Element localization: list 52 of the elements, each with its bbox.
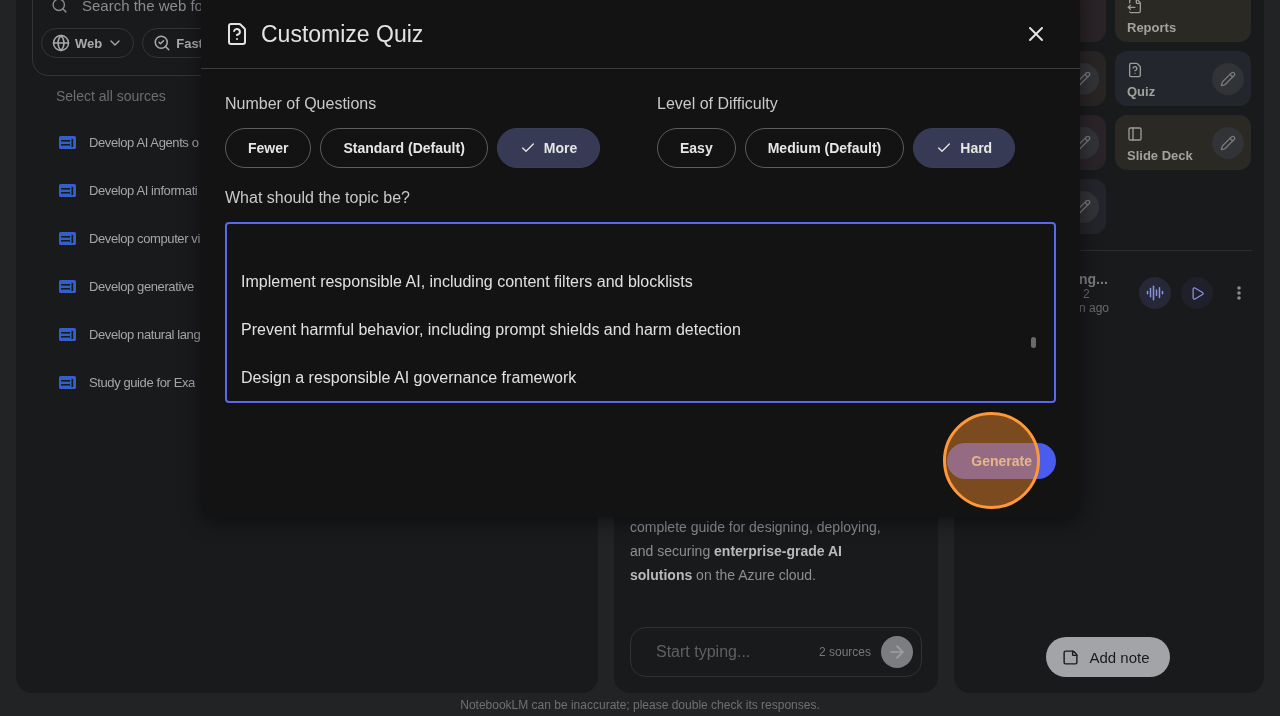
edit-button[interactable] [1212,127,1244,159]
source-title[interactable]: Develop AI Agents o [89,134,199,150]
group-label: Number of Questions [225,95,378,113]
pencil-icon [1220,71,1236,87]
studio-tile[interactable]: Quiz [1115,51,1251,106]
item-title: ng... [1079,271,1109,287]
search-icon [51,0,68,14]
source-title[interactable]: Develop computer vi [89,230,200,246]
document-icon [59,375,76,389]
source-title[interactable]: Study guide for Exa [89,374,195,390]
note-icon [1062,648,1080,666]
document-icon [59,279,76,293]
studio-tile[interactable]: Slide Deck [1115,115,1251,170]
topic-field[interactable]: Implement responsible AI, including content filters and blocklists Prevent harmful behavior, including prompt shields and harm detection Design a responsible AI governance framework [225,222,1056,403]
tile-label: Quiz [1127,84,1157,99]
audio-wave-icon [1146,284,1164,302]
tile-label: Slide Deck [1127,148,1194,163]
disclaimer-text: NotebookLM can be inaccurate; please double check its responses. [459,696,821,714]
group-label: Level of Difficulty [657,95,779,113]
play-icon [1189,285,1205,301]
document-icon [59,135,76,149]
source-count: 2 sources [818,645,871,659]
globe-icon [52,34,70,52]
play-button[interactable] [1181,277,1213,309]
studio-tile[interactable]: Reports [1115,0,1251,42]
add-note-button[interactable]: Add note [1046,637,1170,677]
source-title[interactable]: Develop natural lang [89,326,201,342]
source-title[interactable]: Develop generative [89,278,194,294]
question-document-icon [225,22,249,46]
tile-label: Reports [1127,20,1178,35]
summary-text: complete guide for designing, deploying, and securing enterprise-grade AI solutions on the Azure cloud. [630,518,882,585]
interactive-button[interactable] [1139,277,1171,309]
message-input[interactable]: Start typing... [654,642,809,662]
topic-label: What should the topic be? [225,189,411,207]
search-icon [153,34,172,52]
panel-icon [1127,126,1143,142]
source-title[interactable]: Develop AI informati [89,182,198,198]
scrollbar-thumb[interactable] [1031,337,1036,348]
option-chip[interactable]: More [496,128,601,168]
dialog-title: Customize Quiz [261,20,425,48]
pencil-icon [1220,135,1236,151]
item-time: n ago [1079,301,1111,315]
document-icon [59,327,76,341]
item-meta: 2 [1082,287,1091,301]
question-document-icon [1127,62,1143,78]
send-button[interactable] [881,636,913,668]
document-icon [59,231,76,245]
more-icon [1237,286,1241,300]
document-icon [1127,0,1143,14]
option-chip[interactable]: Hard [913,128,1016,168]
document-icon [59,183,76,197]
edit-button[interactable] [1212,63,1244,95]
